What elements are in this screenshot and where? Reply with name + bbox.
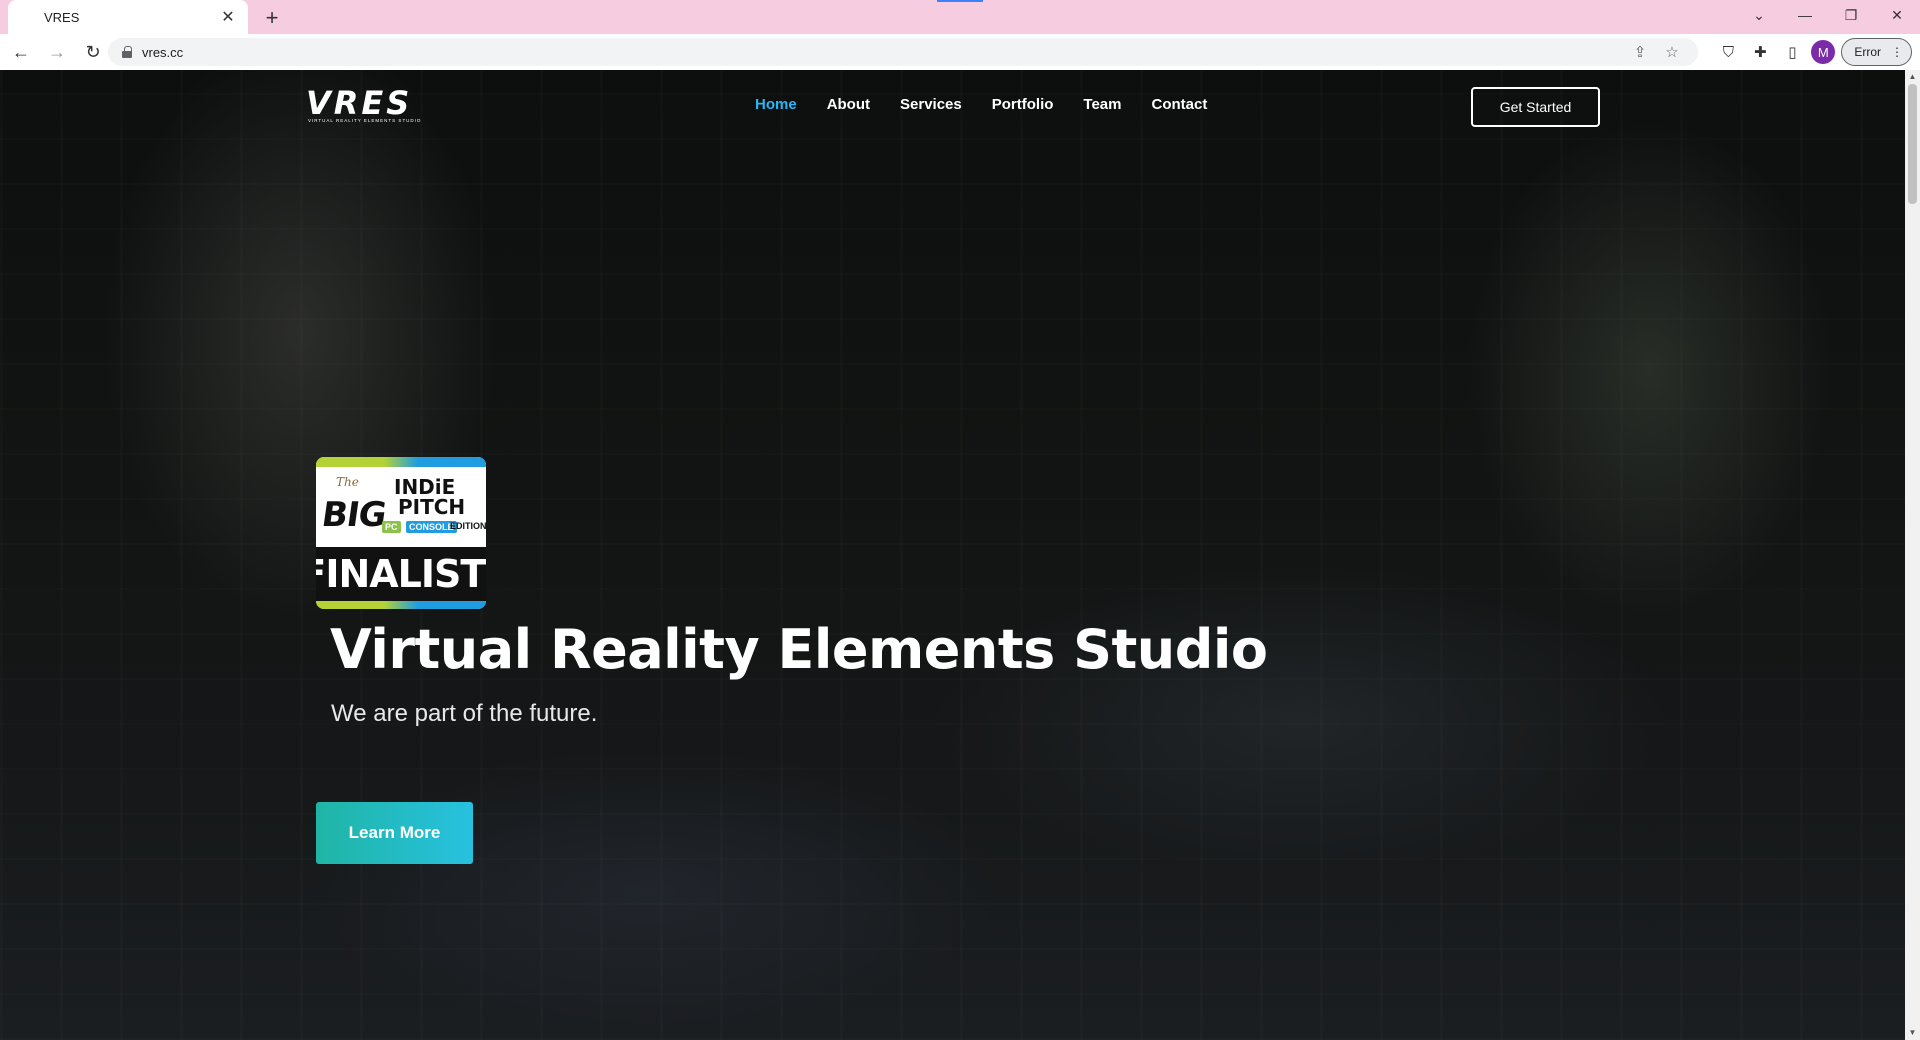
address-bar[interactable]: vres.cc ⇪ ☆ <box>108 38 1698 66</box>
hero-subtitle: We are part of the future. <box>331 700 598 727</box>
scroll-down-arrow-icon[interactable]: ▼ <box>1908 1028 1917 1038</box>
badge-pitch-text: PITCH <box>398 495 466 519</box>
site-header: VRES VIRTUAL REALITY ELEMENTS STUDIO Hom… <box>0 70 1905 144</box>
nav-home[interactable]: Home <box>740 96 812 113</box>
badge-pc-tag: PC <box>382 521 401 533</box>
restore-icon[interactable]: ❐ <box>1828 0 1874 30</box>
share-icon[interactable]: ⇪ <box>1628 40 1652 64</box>
hero-background <box>0 70 1905 1040</box>
forward-arrow-icon[interactable]: → <box>42 37 72 67</box>
browser-toolbar: ← → ↻ vres.cc ⇪ ☆ ⛉ ✚ ▯ M Error ⋮ <box>0 34 1920 70</box>
tab-loading-indicator <box>937 0 983 2</box>
badge-big-text: BIG <box>319 495 389 535</box>
nav-services[interactable]: Services <box>885 96 977 113</box>
new-tab-button[interactable]: + <box>258 4 286 32</box>
big-indie-pitch-finalist-badge: The BIG INDiE PITCH PC CONSOLE EDITION F… <box>316 457 486 609</box>
shield-icon[interactable]: ⛉ <box>1715 38 1741 66</box>
logo-text: VRES <box>306 84 413 122</box>
lock-icon[interactable] <box>122 46 132 58</box>
badge-the-text: The <box>336 475 359 489</box>
badge-edition-text: EDITION <box>450 521 486 531</box>
toolbar-actions: ⛉ ✚ ▯ M Error ⋮ <box>1715 38 1912 66</box>
tab-title: VRES <box>44 9 80 25</box>
badge-indie-text: INDiE <box>394 475 456 499</box>
badge-console-tag: CONSOLE <box>406 521 457 533</box>
badge-stripe-top <box>316 457 486 467</box>
get-started-button[interactable]: Get Started <box>1471 87 1600 127</box>
page-scrollbar[interactable]: ▲ ▼ <box>1905 70 1920 1040</box>
browser-tab[interactable]: VRES ✕ <box>8 0 248 34</box>
logo-subtitle: VIRTUAL REALITY ELEMENTS STUDIO <box>308 118 422 123</box>
tab-close-icon[interactable]: ✕ <box>218 7 238 27</box>
nav-contact[interactable]: Contact <box>1136 96 1222 113</box>
badge-stripe-bottom <box>316 601 486 609</box>
tab-search-chevron-icon[interactable]: ⌄ <box>1736 0 1782 30</box>
error-label: Error <box>1854 45 1881 59</box>
badge-finalist-text: FINALIST! <box>316 547 486 601</box>
site-logo[interactable]: VRES VIRTUAL REALITY ELEMENTS STUDIO <box>306 84 462 124</box>
star-icon[interactable]: ☆ <box>1660 40 1684 64</box>
nav-team[interactable]: Team <box>1068 96 1136 113</box>
side-panel-icon[interactable]: ▯ <box>1779 38 1805 66</box>
hero-title: Virtual Reality Elements Studio <box>330 618 1268 681</box>
tab-strip: VRES ✕ + ⌄ — ❐ ✕ <box>0 0 1920 34</box>
nav-about[interactable]: About <box>812 96 885 113</box>
url-text[interactable]: vres.cc <box>142 45 183 60</box>
learn-more-button[interactable]: Learn More <box>316 802 473 864</box>
main-navigation: Home About Services Portfolio Team Conta… <box>740 96 1222 113</box>
back-arrow-icon[interactable]: ← <box>6 37 36 67</box>
nav-portfolio[interactable]: Portfolio <box>977 96 1069 113</box>
minimize-icon[interactable]: — <box>1782 0 1828 30</box>
window-controls: ⌄ — ❐ ✕ <box>1736 0 1920 34</box>
kebab-menu-icon: ⋮ <box>1891 45 1903 59</box>
reload-icon[interactable]: ↻ <box>78 37 108 67</box>
error-menu-button[interactable]: Error ⋮ <box>1841 38 1912 66</box>
page-viewport: VRES VIRTUAL REALITY ELEMENTS STUDIO Hom… <box>0 70 1905 1040</box>
profile-avatar[interactable]: M <box>1811 40 1836 64</box>
window-close-icon[interactable]: ✕ <box>1874 0 1920 30</box>
scrollbar-thumb[interactable] <box>1908 84 1917 204</box>
puzzle-icon[interactable]: ✚ <box>1747 38 1773 66</box>
scroll-up-arrow-icon[interactable]: ▲ <box>1908 72 1917 82</box>
